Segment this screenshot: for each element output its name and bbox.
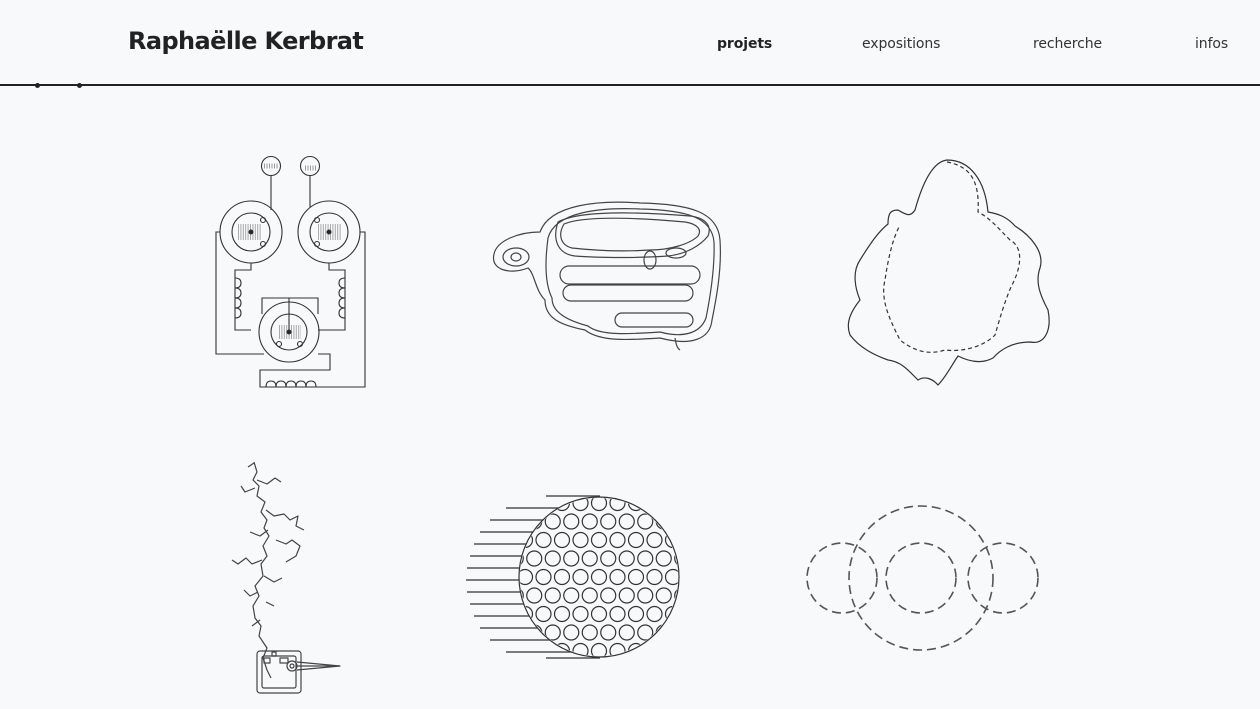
nav-recherche[interactable]: recherche [1033, 36, 1102, 52]
nav-expositions[interactable]: expositions [862, 36, 940, 52]
divider-dot [77, 82, 82, 88]
project-tile-circuit[interactable] [200, 150, 380, 395]
site-header: Raphaëlle Kerbrat projets expositions re… [0, 0, 1260, 88]
nav-projets[interactable]: projets [717, 36, 772, 52]
site-title[interactable]: Raphaëlle Kerbrat [128, 27, 364, 55]
disc-hole [526, 624, 543, 641]
project-tile-contour[interactable] [485, 195, 730, 355]
disc-hole [526, 513, 543, 530]
contour-blob-icon [492, 201, 721, 351]
disc-hole [655, 513, 672, 530]
dashed-circles-icon [806, 505, 1039, 651]
nav-infos[interactable]: infos [1195, 36, 1228, 52]
leaf-outline-icon [847, 159, 1050, 386]
divider-dot [35, 82, 40, 88]
circuit-drawing-icon [215, 155, 366, 388]
project-tile-leaf[interactable] [840, 150, 1055, 395]
project-tile-disc[interactable] [460, 485, 690, 665]
project-tile-circles[interactable] [800, 500, 1045, 660]
branching-root-icon [231, 461, 341, 694]
header-divider [0, 84, 1260, 86]
disc-hole [655, 624, 672, 641]
project-tile-root[interactable] [215, 455, 350, 700]
perforated-disc-icon [466, 495, 680, 659]
